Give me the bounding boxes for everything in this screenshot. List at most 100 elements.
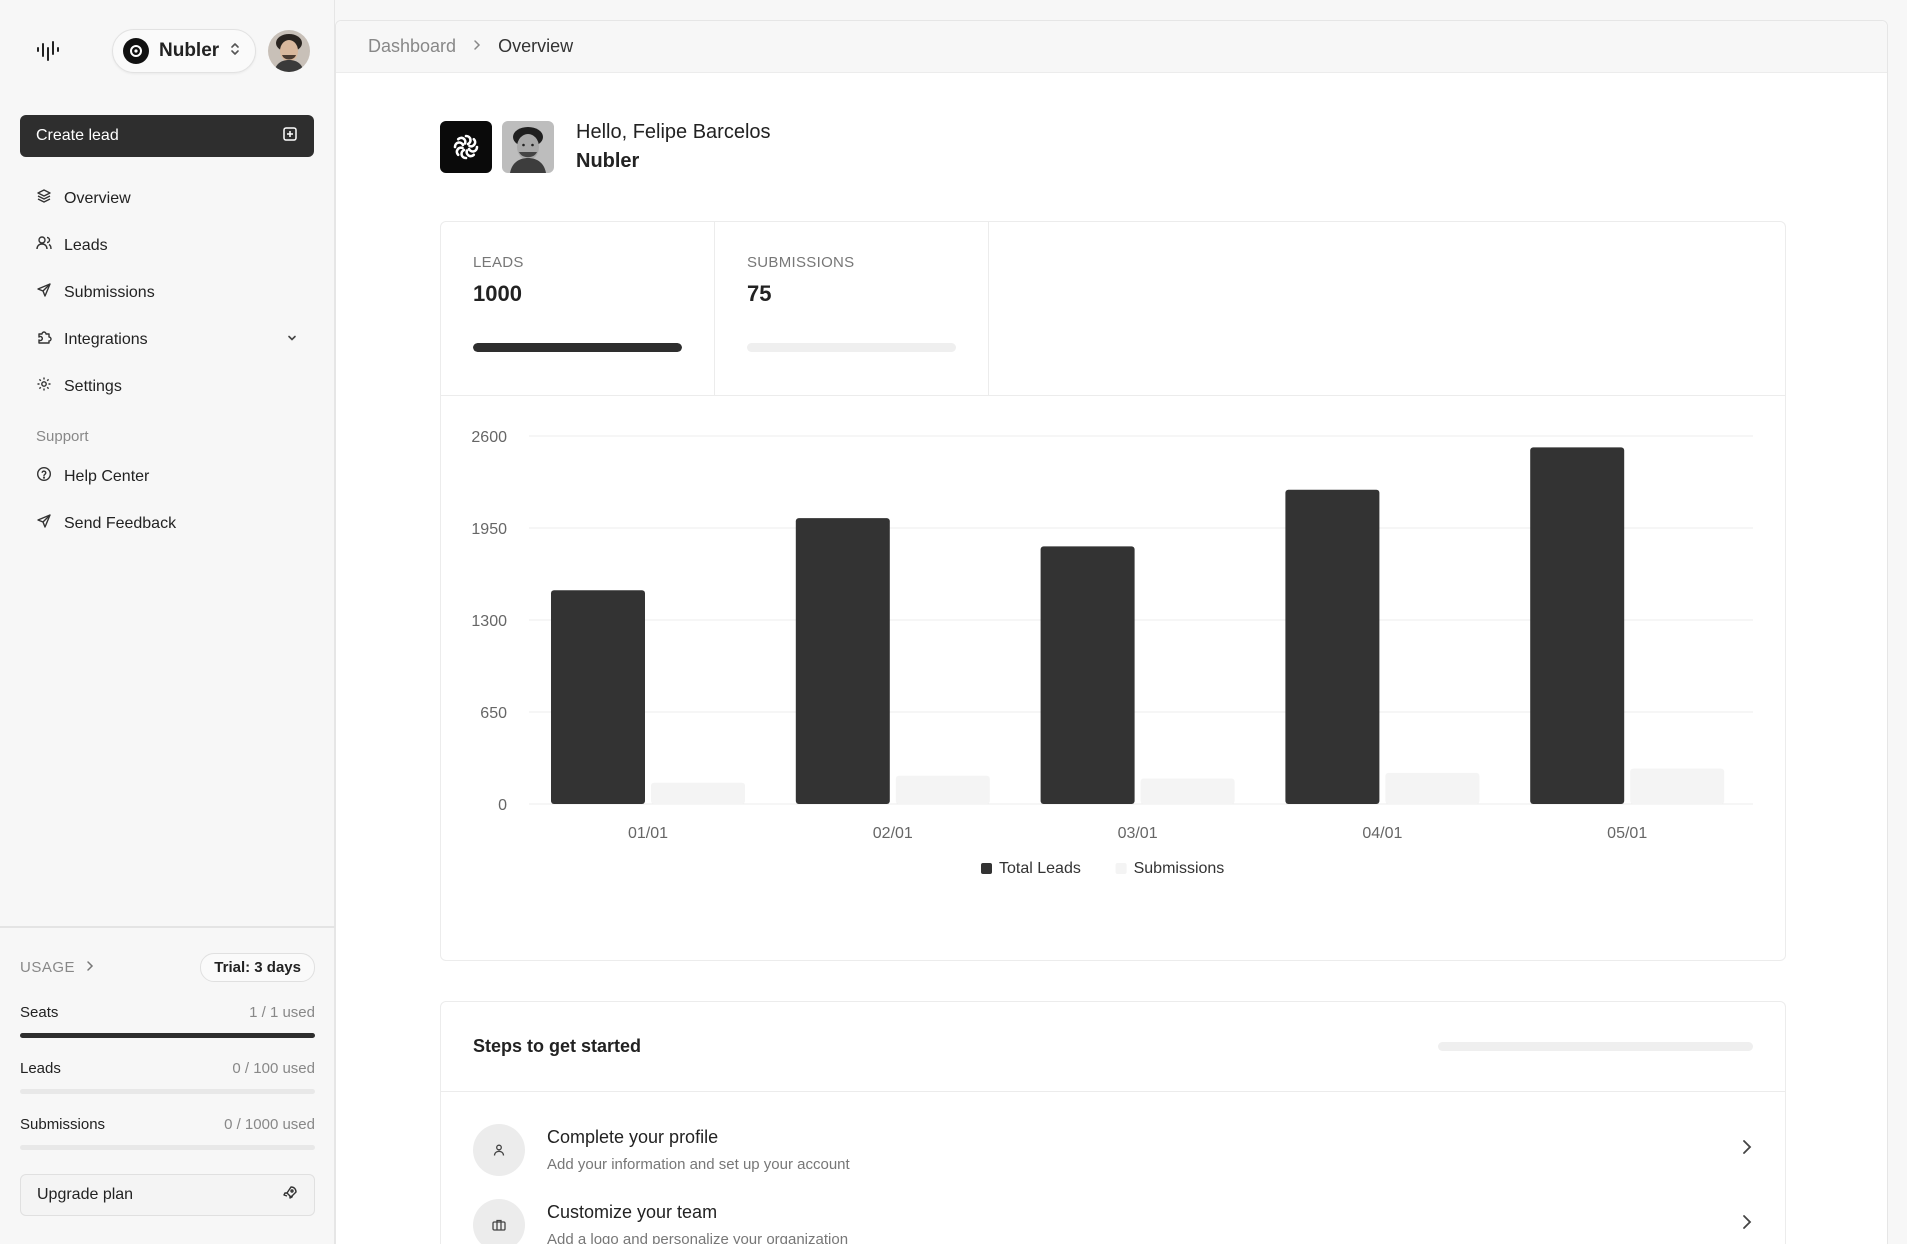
sidebar-item-leads[interactable]: Leads [20, 222, 314, 269]
step-complete-profile[interactable]: Complete your profile Add your informati… [441, 1112, 1785, 1187]
upgrade-plan-label: Upgrade plan [37, 1186, 134, 1203]
stat-bar [747, 343, 956, 352]
chevron-right-icon [1741, 1138, 1753, 1161]
x-tick-label: 03/01 [1118, 825, 1158, 842]
sidebar-item-integrations[interactable]: Integrations [20, 316, 314, 363]
sidebar-header: Nubler [30, 28, 314, 74]
y-tick-label: 650 [480, 705, 507, 722]
usage-panel: USAGE Trial: 3 days Seats 1 / 1 used Lead… [0, 926, 335, 1216]
upgrade-plan-button[interactable]: Upgrade plan [20, 1174, 315, 1216]
steps-header: Steps to get started [441, 1002, 1785, 1092]
user-icon [473, 1123, 525, 1176]
sidebar-item-label: Help Center [64, 467, 150, 485]
create-lead-label: Create lead [36, 127, 119, 144]
chevron-right-icon [85, 959, 95, 976]
x-tick-label: 01/01 [628, 825, 668, 842]
bar-total-leads [1530, 447, 1625, 804]
breadcrumb: Dashboard Overview [336, 21, 1887, 73]
sidebar-item-label: Send Feedback [64, 514, 177, 532]
stat-submissions[interactable]: SUBMISSIONS 75 [715, 222, 989, 395]
sidebar-item-label: Settings [64, 377, 122, 395]
stat-bar [473, 343, 682, 352]
bar-total-leads [795, 518, 890, 804]
sidebar-item-help-center[interactable]: Help Center [20, 453, 314, 500]
usage-bar [20, 1145, 315, 1150]
y-tick-label: 1300 [471, 613, 507, 630]
stats-row: LEADS 1000 SUBMISSIONS 75 [441, 222, 1785, 396]
usage-link[interactable]: USAGE [20, 959, 95, 976]
org-logo-icon [440, 121, 492, 173]
chevron-up-down-icon [229, 41, 241, 62]
y-tick-label: 2600 [471, 429, 507, 446]
sidebar-item-submissions[interactable]: Submissions [20, 269, 314, 316]
sidebar-item-label: Leads [64, 236, 108, 254]
sidebar-item-send-feedback[interactable]: Send Feedback [20, 500, 314, 547]
usage-bar [20, 1089, 315, 1094]
create-lead-button[interactable]: Create lead [20, 115, 314, 157]
step-title: Customize your team [547, 1201, 718, 1222]
step-title: Complete your profile [547, 1126, 719, 1147]
step-subtitle: Add a logo and personalize your organiza… [547, 1230, 849, 1244]
steps-title: Steps to get started [473, 1036, 642, 1056]
bar-submissions [651, 782, 745, 804]
org-switcher[interactable]: Nubler [112, 29, 257, 73]
usage-row-leads: Leads 0 / 100 used [20, 1060, 315, 1094]
legend-label: Submissions [1134, 860, 1225, 877]
legend-swatch [981, 863, 992, 874]
chevron-right-icon [1741, 1213, 1753, 1236]
breadcrumb-dashboard[interactable]: Dashboard [368, 36, 456, 57]
steps-card: Steps to get started Complete your profi… [440, 1001, 1786, 1244]
gear-icon [36, 376, 52, 397]
bar-total-leads [1285, 489, 1380, 804]
user-avatar [502, 121, 554, 173]
x-tick-label: 02/01 [873, 825, 913, 842]
org-name: Nubler [159, 40, 220, 61]
rocket-icon [282, 1185, 298, 1206]
bar-submissions [1140, 778, 1235, 804]
send-icon [36, 282, 52, 303]
usage-label: Leads [20, 1060, 61, 1077]
users-icon [36, 235, 52, 256]
usage-bar [20, 1033, 315, 1038]
usage-title: USAGE [20, 958, 76, 976]
bar-chart: 0 650 1300 1950 2600 01/01 02/01 03/01 04/01 05/0… [441, 396, 1787, 962]
legend-label: Total Leads [999, 860, 1081, 877]
greeting-org: Nubler [576, 150, 640, 172]
chevron-right-icon [472, 36, 482, 57]
step-customize-team[interactable]: Customize your team Add a logo and perso… [441, 1187, 1785, 1244]
stats-card: LEADS 1000 SUBMISSIONS 75 0 650 1300 1950 26… [440, 221, 1786, 961]
sidebar-nav: Overview Leads Submissions Integrations … [20, 175, 314, 547]
steps-progress-bar [1438, 1042, 1753, 1051]
send-icon [36, 513, 52, 534]
chevron-down-icon[interactable] [286, 331, 298, 349]
greeting: Hello, Felipe Barcelos Nubler [440, 121, 771, 173]
stat-label: SUBMISSIONS [747, 254, 855, 271]
sidebar: Nubler Create lead Overview Leads Submis… [0, 0, 335, 1244]
breadcrumb-current: Overview [498, 36, 574, 56]
org-logo-icon [123, 38, 149, 64]
step-subtitle: Add your information and set up your acc… [547, 1155, 850, 1173]
x-tick-label: 04/01 [1362, 825, 1402, 842]
usage-row-seats: Seats 1 / 1 used [20, 1004, 315, 1038]
stat-label: LEADS [473, 254, 524, 271]
puzzle-icon [36, 329, 52, 350]
waveform-logo-icon[interactable] [30, 33, 66, 69]
trial-badge: Trial: 3 days [200, 952, 315, 982]
briefcase-icon [473, 1198, 525, 1244]
greeting-text: Hello, Felipe Barcelos [576, 121, 771, 143]
sidebar-item-overview[interactable]: Overview [20, 175, 314, 222]
stat-value: 1000 [473, 281, 522, 306]
bar-chart-svg: 0 650 1300 1950 2600 01/01 02/01 03/01 04/01 05/0… [471, 429, 1753, 877]
sidebar-item-label: Integrations [64, 330, 148, 348]
legend-swatch [1115, 863, 1127, 874]
stat-leads[interactable]: LEADS 1000 [441, 222, 715, 395]
usage-header: USAGE Trial: 3 days [20, 952, 315, 982]
sidebar-item-settings[interactable]: Settings [20, 363, 314, 410]
y-tick-label: 1950 [471, 521, 507, 538]
support-section-label: Support [36, 428, 89, 445]
y-tick-label: 0 [498, 797, 507, 814]
sidebar-item-label: Submissions [64, 283, 155, 301]
layers-icon [36, 188, 52, 209]
bar-submissions [895, 775, 990, 804]
user-avatar[interactable] [268, 30, 311, 72]
